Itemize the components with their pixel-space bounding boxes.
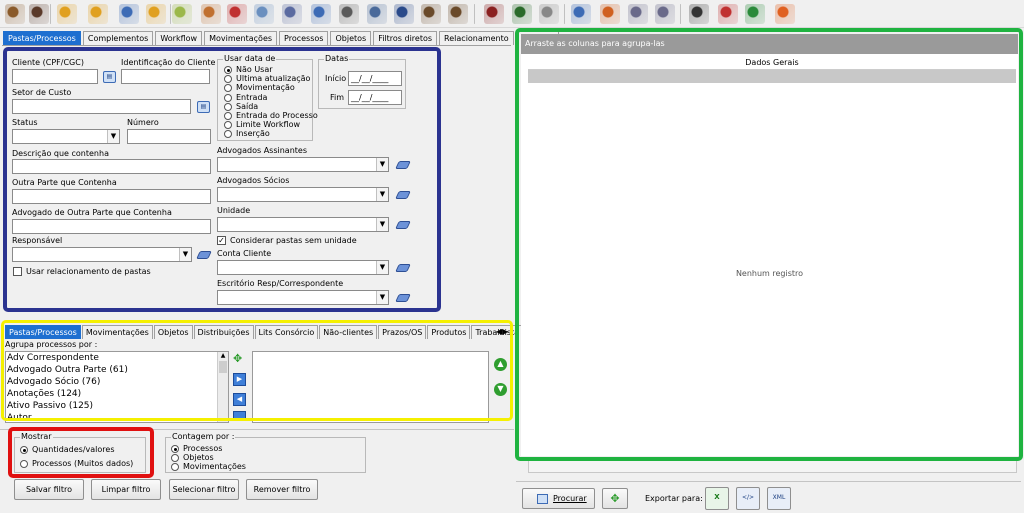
clock-icon[interactable]: [254, 4, 274, 24]
group-icon[interactable]: [448, 4, 468, 24]
camera-icon[interactable]: [539, 4, 559, 24]
main-toolbar: [0, 0, 1024, 28]
group-icon[interactable]: [394, 4, 414, 24]
person-icon[interactable]: [367, 4, 387, 24]
tab-complementos[interactable]: Complementos: [82, 31, 154, 45]
shield-icon[interactable]: [600, 4, 620, 24]
tab-filtros-diretos[interactable]: Filtros diretos: [373, 31, 438, 45]
remover-filtro-button[interactable]: Remover filtro: [246, 479, 318, 500]
hammer-icon[interactable]: [484, 4, 504, 24]
monitor-icon[interactable]: [311, 4, 331, 24]
exchange-icon[interactable]: [745, 4, 765, 24]
contagem-processos-radio[interactable]: [171, 445, 179, 453]
tab-pastas-processos[interactable]: Pastas/Processos: [3, 31, 81, 45]
selecionar-filtro-button[interactable]: Selecionar filtro: [169, 479, 239, 500]
group-icon[interactable]: [421, 4, 441, 24]
calendar-icon[interactable]: [227, 4, 247, 24]
top-tabs: Pastas/Processos Complementos Workflow Movi…: [3, 31, 561, 45]
export-xml-icon[interactable]: XML: [767, 487, 791, 510]
procurar-label: Procurar: [553, 494, 587, 503]
folder-user-icon[interactable]: [119, 4, 139, 24]
exit-icon[interactable]: [775, 4, 795, 24]
tab-processos[interactable]: Processos: [279, 31, 329, 45]
toolbar-separator: [474, 4, 475, 24]
contagem-movimentacoes-radio[interactable]: [171, 463, 179, 471]
users-icon[interactable]: [5, 4, 25, 24]
contagem-title: Contagem por :: [171, 432, 236, 441]
print-icon[interactable]: [628, 4, 648, 24]
print-icon[interactable]: [655, 4, 675, 24]
search-icon: [537, 494, 548, 504]
mostrar-highlight: [8, 427, 154, 478]
exportar-label: Exportar para:: [645, 494, 703, 503]
filters-highlight: [3, 47, 441, 312]
certificate-icon[interactable]: [172, 4, 192, 24]
tab-divider: [2, 45, 511, 46]
document-pen-icon[interactable]: [201, 4, 221, 24]
scale-icon[interactable]: [689, 4, 709, 24]
contagem-objetos-label: Objetos: [183, 453, 214, 462]
salvar-filtro-button[interactable]: Salvar filtro: [14, 479, 84, 500]
grid-highlight: [515, 28, 1023, 461]
folder-star-icon[interactable]: [571, 4, 591, 24]
contagem-objetos-radio[interactable]: [171, 454, 179, 462]
tab-relacionamento[interactable]: Relacionamento: [439, 31, 514, 45]
expand-button[interactable]: ✥: [602, 488, 628, 509]
folder-star-icon[interactable]: [146, 4, 166, 24]
handshake-icon[interactable]: [339, 4, 359, 24]
tab-objetos[interactable]: Objetos: [330, 31, 372, 45]
export-excel-icon[interactable]: X: [705, 487, 729, 510]
export-html-icon[interactable]: </>: [736, 487, 760, 510]
contagem-processos-label: Processos: [183, 444, 223, 453]
tab-workflow[interactable]: Workflow: [155, 31, 203, 45]
user-icon[interactable]: [29, 4, 49, 24]
grid-footer: [528, 460, 1017, 473]
tab-movimenta-es[interactable]: Movimentações: [204, 31, 278, 45]
toolbar-separator: [680, 4, 681, 24]
toolbar-separator: [564, 4, 565, 24]
procurar-button[interactable]: Procurar: [522, 488, 595, 509]
bottom-divider: [516, 481, 1021, 482]
group-highlight: [1, 320, 513, 421]
refresh-icon[interactable]: [718, 4, 738, 24]
contagem-movimentacoes-label: Movimentações: [183, 462, 246, 471]
hammer-icon[interactable]: [512, 4, 532, 24]
folder-star-icon[interactable]: [88, 4, 108, 24]
limpar-filtro-button[interactable]: Limpar filtro: [91, 479, 161, 500]
toolbar-separator: [50, 4, 51, 24]
folder-star-icon[interactable]: [57, 4, 77, 24]
toolbar-separator: [170, 4, 171, 24]
building-icon[interactable]: [282, 4, 302, 24]
